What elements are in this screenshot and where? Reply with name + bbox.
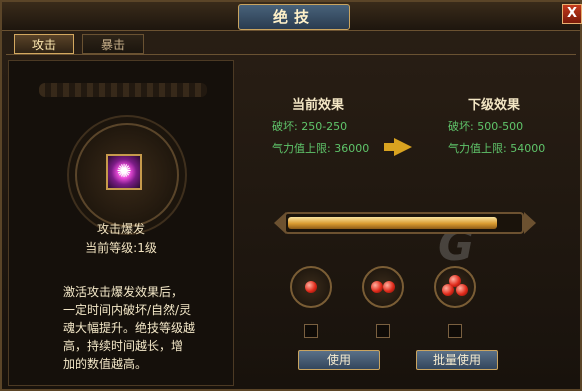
current-effect-damage: 破坏: 250-250: [272, 120, 348, 133]
tab-attack[interactable]: 攻击: [14, 34, 74, 54]
current-effect-title: 当前效果: [292, 98, 345, 113]
next-effect-damage: 破坏: 500-500: [448, 120, 524, 133]
next-effect-title: 下级效果: [468, 98, 521, 113]
effects-panel: 当前效果 破坏: 250-250 气力值上限: 36000 下级效果 破坏: 5…: [238, 60, 576, 386]
red-orb-icon: [371, 281, 383, 293]
close-button[interactable]: X: [562, 4, 582, 24]
tab-critical[interactable]: 暴击: [82, 34, 144, 54]
skill-window: 绝技 X 攻击 暴击 ✺ 攻击爆发 当前等级:1级 激活攻击爆发效果后， 一定时…: [0, 0, 582, 391]
skill-level: 当前等级:1级: [85, 241, 157, 255]
item-checkbox-3[interactable]: [448, 324, 462, 338]
description-line: 一定时间内破坏/自然/灵: [63, 303, 192, 317]
description-line: 魂大幅提升。绝技等级越: [63, 321, 196, 335]
skill-name: 攻击爆发: [96, 222, 145, 236]
red-orb-icon: [383, 281, 395, 293]
description-line: 高，持续时间越长，增: [63, 339, 184, 353]
item-slot-3[interactable]: [434, 266, 476, 308]
arrow-right-icon: [394, 138, 412, 156]
window-title: 绝技: [238, 4, 350, 30]
item-checkbox-2[interactable]: [376, 324, 390, 338]
item-checkbox-1[interactable]: [304, 324, 318, 338]
title-bar: 绝技 X: [2, 2, 582, 31]
progress-fill: [288, 217, 497, 229]
skill-icon[interactable]: ✺: [106, 154, 142, 190]
progress-bar: [284, 212, 524, 234]
skill-info-panel: ✺ 攻击爆发 当前等级:1级 激活攻击爆发效果后， 一定时间内破坏/自然/灵 魂…: [8, 60, 234, 386]
red-orb-icon: [449, 275, 461, 287]
bar-right-cap: [524, 212, 536, 234]
use-button[interactable]: 使用: [298, 350, 380, 370]
next-effect-energy: 气力值上限: 54000: [448, 142, 546, 155]
current-effect-energy: 气力值上限: 36000: [272, 142, 370, 155]
tab-divider: [6, 54, 576, 55]
skill-description: 激活攻击爆发效果后， 一定时间内破坏/自然/灵 魂大幅提升。绝技等级越 高，持续…: [63, 283, 213, 373]
ornament-border: [39, 83, 207, 97]
description-line: 加的数值越高。: [63, 357, 148, 371]
batch-use-button[interactable]: 批量使用: [416, 350, 498, 370]
description-line: 激活攻击爆发效果后，: [63, 285, 184, 299]
red-orb-icon: [305, 281, 317, 293]
